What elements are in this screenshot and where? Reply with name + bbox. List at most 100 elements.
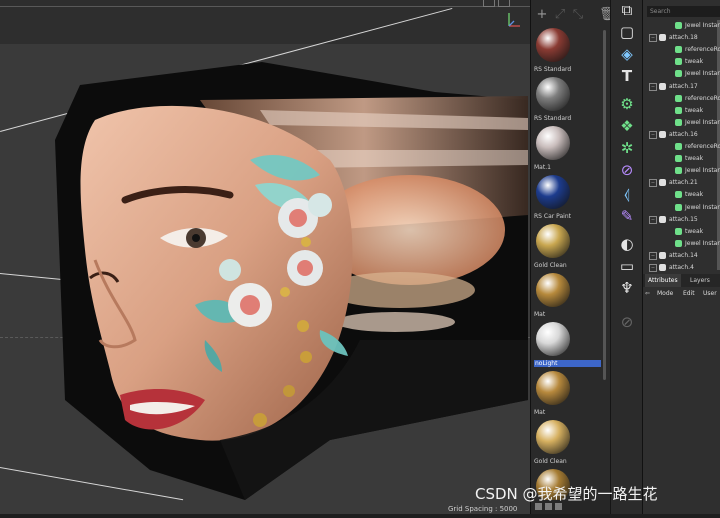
tree-row[interactable]: Jewel Instance (643, 165, 720, 176)
material-item[interactable]: Mat.1 (533, 126, 601, 175)
null-object-icon (659, 130, 666, 138)
material-item[interactable]: Mat (533, 371, 601, 420)
tree-row-label: tweak (685, 106, 704, 114)
text-tool-icon[interactable]: T (617, 66, 637, 86)
tree-row[interactable]: referenceRope (643, 44, 720, 55)
null-object-icon (659, 251, 666, 259)
tree-row[interactable]: tweak (643, 56, 720, 67)
tree-row[interactable]: Jewel Instance (643, 20, 720, 31)
app-window: Grid Spacing : 5000 cm + ⤢ ⤡ 🗑 RS Standa… (0, 0, 720, 514)
list-view-icon[interactable] (545, 503, 552, 510)
environment-icon[interactable]: ◐ (617, 234, 637, 254)
tree-row-label: Jewel Instance (685, 203, 720, 211)
tree-row-label: attach.4 (669, 264, 694, 271)
material-item[interactable]: noLight (533, 322, 601, 371)
material-item[interactable]: Gold Clean (533, 224, 601, 273)
tree-row[interactable]: − attach.17 (643, 81, 720, 92)
material-scrollbar[interactable] (603, 30, 606, 380)
material-label: Mat.1 (534, 164, 551, 171)
video-icon[interactable]: ▭ (617, 256, 637, 276)
resize-icon[interactable]: ⤡ (571, 8, 585, 22)
tab-attributes[interactable]: Attributes (645, 274, 681, 287)
disabled-icon[interactable]: ⊘ (617, 312, 637, 332)
tree-row-label: Jewel Instance (685, 70, 720, 78)
object-icon (675, 227, 682, 235)
object-icon (675, 143, 682, 150)
tab-layers[interactable]: Layers (687, 274, 713, 287)
tree-row-label: tweak (685, 155, 704, 163)
cube-icon[interactable]: ▢ (617, 22, 637, 42)
menu-edit[interactable]: Edit (683, 288, 695, 300)
collapse-toggle-icon[interactable]: − (649, 251, 657, 260)
tree-row[interactable]: − attach.18 (643, 32, 720, 43)
spline-icon[interactable]: ⊘ (617, 160, 637, 180)
tree-row-label: attach.21 (669, 179, 698, 187)
tree-row-label: Jewel Instance (685, 167, 720, 175)
material-item[interactable]: Gold Clean (533, 420, 601, 469)
watermark: CSDN @我希望的一路生花 (475, 485, 658, 503)
material-label: RS Standard (534, 115, 572, 122)
menu-user[interactable]: User (703, 288, 717, 300)
pen-icon[interactable]: ✎ (617, 206, 637, 226)
tree-row[interactable]: tweak (643, 105, 720, 116)
size-slider-icon[interactable] (555, 503, 562, 510)
tree-row[interactable]: tweak (643, 153, 720, 164)
object-icon (675, 167, 682, 175)
light-icon[interactable]: ♆ (617, 278, 637, 298)
collapse-toggle-icon[interactable]: − (649, 215, 657, 224)
gear-icon[interactable]: ⚙ (617, 94, 637, 114)
object-icon (675, 155, 682, 163)
collapse-toggle-icon[interactable]: − (649, 264, 657, 272)
tree-row[interactable]: Jewel Instance (643, 202, 720, 213)
tree-row[interactable]: referenceRope (643, 93, 720, 104)
cube-solid-icon[interactable]: ◈ (617, 44, 637, 64)
material-item[interactable]: RS Standard (533, 28, 601, 77)
tree-row-label: Jewel Instance (685, 118, 720, 126)
collapse-toggle-icon[interactable]: − (649, 130, 657, 139)
object-icon (675, 191, 682, 199)
deformer-icon[interactable]: ⦉ (617, 184, 637, 204)
tree-row-label: referenceRope (685, 143, 720, 150)
tree-row-label: referenceRope (685, 94, 720, 102)
tree-row-label: attach.14 (669, 251, 698, 259)
atom-icon[interactable]: ✲ (617, 138, 637, 158)
object-icon (675, 118, 682, 126)
tree-row[interactable]: − attach.4 (643, 262, 720, 273)
nav-arrows-icon[interactable]: ⇐ (645, 288, 650, 300)
cloner-icon[interactable]: ❖ (617, 116, 637, 136)
null-object-icon (659, 179, 666, 187)
object-icon (675, 239, 682, 247)
tree-row-label: attach.15 (669, 215, 698, 223)
tree-row[interactable]: Jewel Instance (643, 117, 720, 128)
material-item[interactable]: Mat (533, 273, 601, 322)
collapse-toggle-icon[interactable]: − (649, 34, 657, 43)
object-icon (675, 46, 682, 54)
tree-row[interactable]: tweak (643, 226, 720, 237)
null-object-icon (659, 34, 666, 42)
null-object-icon (659, 264, 666, 271)
tree-row[interactable]: tweak (643, 189, 720, 200)
menu-mode[interactable]: Mode (657, 288, 673, 300)
material-preview-swatch (536, 126, 570, 160)
plus-icon[interactable]: + (535, 8, 549, 22)
resize-icon[interactable]: ⤢ (553, 8, 567, 22)
tree-row[interactable]: Jewel Instance (643, 238, 720, 249)
grid-view-icon[interactable] (535, 503, 542, 510)
tree-row[interactable]: − attach.21 (643, 177, 720, 188)
object-icon (675, 70, 682, 78)
material-item[interactable]: RS Standard (533, 77, 601, 126)
material-manager: + ⤢ ⤡ 🗑 RS Standard RS Standard Mat.1 RS Ca… (530, 0, 616, 514)
tree-row-label: attach.18 (669, 34, 698, 42)
collapse-toggle-icon[interactable]: − (649, 82, 657, 91)
3d-viewport[interactable]: Grid Spacing : 5000 cm (0, 0, 530, 514)
material-item[interactable]: RS Car Paint (533, 175, 601, 224)
camera-icon[interactable]: ⧉ (617, 0, 637, 20)
search-input[interactable]: Search (647, 6, 720, 17)
tree-row[interactable]: Jewel Instance (643, 68, 720, 79)
collapse-toggle-icon[interactable]: − (649, 179, 657, 188)
attributes-tabbar: Attributes Layers (643, 274, 720, 287)
tree-row[interactable]: − attach.16 (643, 129, 720, 140)
tree-row[interactable]: − attach.14 (643, 250, 720, 261)
tree-row[interactable]: − attach.15 (643, 214, 720, 225)
tree-row[interactable]: referenceRope (643, 141, 720, 152)
